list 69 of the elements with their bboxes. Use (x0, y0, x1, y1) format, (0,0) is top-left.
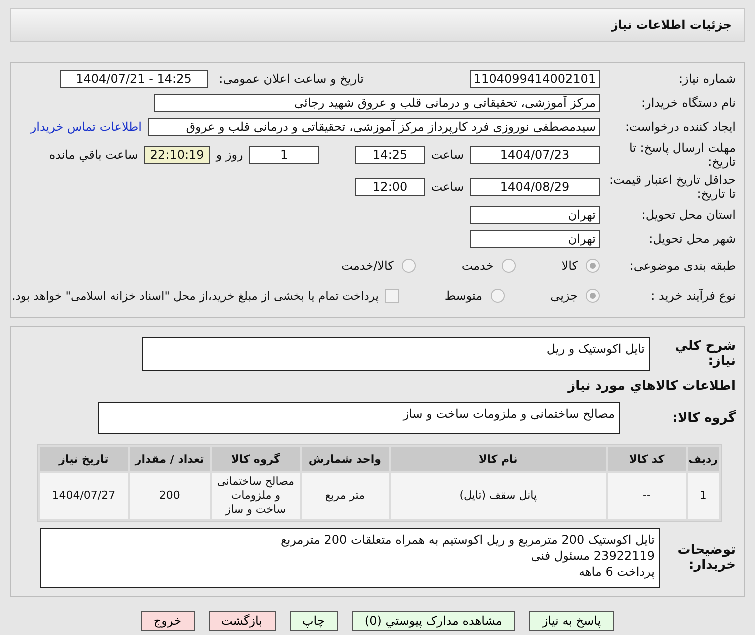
need-number-field[interactable]: 1104099414002101 (470, 70, 600, 88)
radio-label: جزیی (550, 289, 578, 303)
section-title: اطلاعات کالاهاي مورد نياز (566, 378, 736, 396)
table-cell: متر مربع (302, 473, 388, 519)
table-cell: 200 (130, 473, 210, 519)
field-label: تاریخ و ساعت اعلان عمومی: (218, 72, 364, 86)
creator-field[interactable]: سیدمصطفی نوروزی فرد کارپرداز مرکز آموزشی، تحقیقاتی و درمانی قلب و عروق (148, 118, 600, 136)
radio-button[interactable] (490, 289, 505, 303)
notes-textarea[interactable]: تایل اکوستیک 200 مترمربع و ریل اکوستیم به همراه متعلقات 200 مترمربع 23922119 مسئول فنی پرداخت 6 ماهه (40, 528, 660, 588)
field-label: گروه کالا: (672, 410, 736, 426)
time-label: ساعت (431, 148, 464, 162)
field-label: ایجاد کننده درخواست: (624, 120, 736, 134)
radio-label: کالا/خدمت (342, 259, 394, 273)
column-header: گروه کالا (212, 447, 300, 471)
field-label: نام دستگاه خریدار: (640, 96, 736, 110)
action-button[interactable]: مشاهده مدارک پیوستي (0) (352, 611, 516, 631)
validity-date-field[interactable]: 1404/08/29 (470, 178, 600, 196)
table-cell: مصالح ساختمانی و ملزومات ساخت و ساز (212, 473, 300, 519)
field-label: حداقل تاریخ اعتبار قیمت: تا تاریخ: (608, 173, 736, 201)
action-button[interactable]: چاپ (290, 611, 338, 631)
notes-line: 23922119 مسئول فنی (530, 548, 655, 564)
field-label: نوع فرآیند خرید : (650, 289, 736, 303)
field-label: شرح کلي نياز: (674, 339, 736, 369)
table-cell: 1 (688, 473, 719, 519)
contact-link[interactable]: اطلاعات تماس خریدار (30, 120, 142, 134)
column-header: تعداد / مقدار (130, 447, 210, 471)
validity-time-field[interactable]: 12:00 (355, 178, 426, 196)
goods-group-textarea[interactable]: مصالح ساختمانی و ملزومات ساخت و ساز (98, 402, 620, 434)
radio-label: خدمت (462, 259, 494, 273)
remaining-label: ساعت باقي مانده (49, 148, 138, 162)
action-button[interactable]: پاسخ به نیاز (529, 611, 614, 631)
checkbox[interactable] (384, 289, 399, 303)
buyer-field[interactable]: مرکز آموزشی، تحقیقاتی و درمانی قلب و عروق شهید رجائی (154, 94, 600, 112)
page-header: جزئیات اطلاعات نیاز (10, 8, 745, 42)
field-label: شهر محل تحویل: (648, 232, 736, 246)
radio-button[interactable] (402, 259, 416, 273)
remaining-time-field: 22:10:19 (144, 146, 210, 164)
column-header: واحد شمارش (302, 447, 388, 471)
table-cell: پانل سقف (تایل) (390, 473, 606, 519)
days-field[interactable]: 1 (249, 146, 320, 164)
radio-button[interactable] (502, 259, 516, 273)
notes-line: تایل اکوستیک 200 مترمربع و ریل اکوستیم به همراه متعلقات 200 مترمربع (280, 532, 655, 548)
announce-date-field[interactable]: 1404/07/21 - 14:25 (60, 70, 208, 88)
column-header: کد کالا (608, 447, 686, 471)
column-header: ردیف (688, 447, 719, 471)
field-label: استان محل تحویل: (640, 208, 736, 222)
payment-note: پرداخت تمام یا بخشی از مبلغ خرید،از محل "اسناد خزانه اسلامی" خواهد بود. (12, 289, 379, 303)
table-cell: 1404/07/27 (40, 473, 128, 519)
action-button[interactable]: خروج (140, 611, 194, 631)
field-label: شماره نیاز: (678, 72, 736, 86)
summary-textarea[interactable]: تایل اکوستیک و ریل (142, 337, 650, 371)
field-label: مهلت ارسال پاسخ: تا تاریخ: (628, 141, 736, 169)
city-field[interactable]: تهران (470, 230, 600, 248)
radio-button[interactable] (586, 259, 600, 273)
field-label: طبقه بندی موضوعی: (628, 259, 736, 273)
column-header: تاریخ نیاز (40, 447, 128, 471)
days-label: روز و (216, 148, 244, 162)
deadline-time-field[interactable]: 14:25 (355, 146, 426, 164)
radio-label: کالا (562, 259, 578, 273)
column-header: نام کالا (390, 447, 606, 471)
time-label: ساعت (431, 180, 464, 194)
radio-label: متوسط (444, 289, 483, 303)
deadline-date-field[interactable]: 1404/07/23 (470, 146, 600, 164)
province-field[interactable]: تهران (470, 206, 600, 224)
notes-line: پرداخت 6 ماهه (578, 564, 655, 580)
action-button[interactable]: بازگشت (208, 611, 276, 631)
field-label: توضیحات خریدار: (676, 543, 736, 573)
radio-button[interactable] (586, 289, 600, 303)
table-cell: -- (608, 473, 686, 519)
